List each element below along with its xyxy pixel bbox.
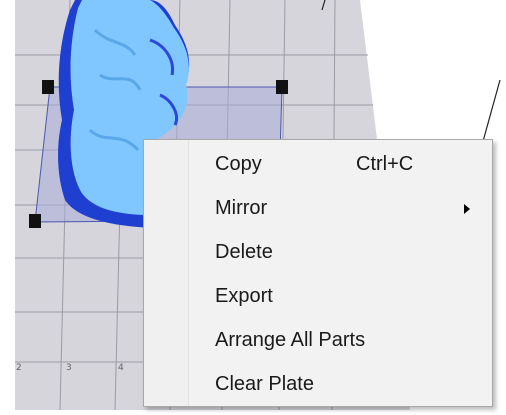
ruler-tick: 4 xyxy=(118,363,124,373)
selection-handle xyxy=(29,214,41,228)
chevron-right-icon xyxy=(464,204,470,214)
selection-handle xyxy=(42,80,54,94)
menu-item-label: Arrange All Parts xyxy=(215,329,366,351)
menu-item-label: Copy xyxy=(215,153,262,175)
menu-item-export[interactable]: Export xyxy=(144,275,492,319)
selection-handle xyxy=(276,80,288,94)
menu-item-shortcut: Ctrl+C xyxy=(356,153,414,175)
ruler-tick: 2 xyxy=(16,363,22,373)
menu-item-arrange-all-parts[interactable]: Arrange All Parts xyxy=(144,319,492,363)
menu-item-delete[interactable]: Delete xyxy=(144,231,492,275)
menu-item-copy[interactable]: Copy Ctrl+C xyxy=(144,143,492,187)
menu-item-label: Clear Plate xyxy=(215,373,314,395)
menu-item-label: Delete xyxy=(215,241,273,263)
menu-item-label: Export xyxy=(215,285,273,307)
ruler-tick: 3 xyxy=(66,363,72,373)
menu-item-clear-plate[interactable]: Clear Plate xyxy=(144,363,492,407)
context-menu: Copy Ctrl+C Mirror Delete Export Arrange… xyxy=(143,139,493,407)
menu-item-mirror[interactable]: Mirror xyxy=(144,187,492,231)
menu-item-label: Mirror xyxy=(215,197,268,219)
